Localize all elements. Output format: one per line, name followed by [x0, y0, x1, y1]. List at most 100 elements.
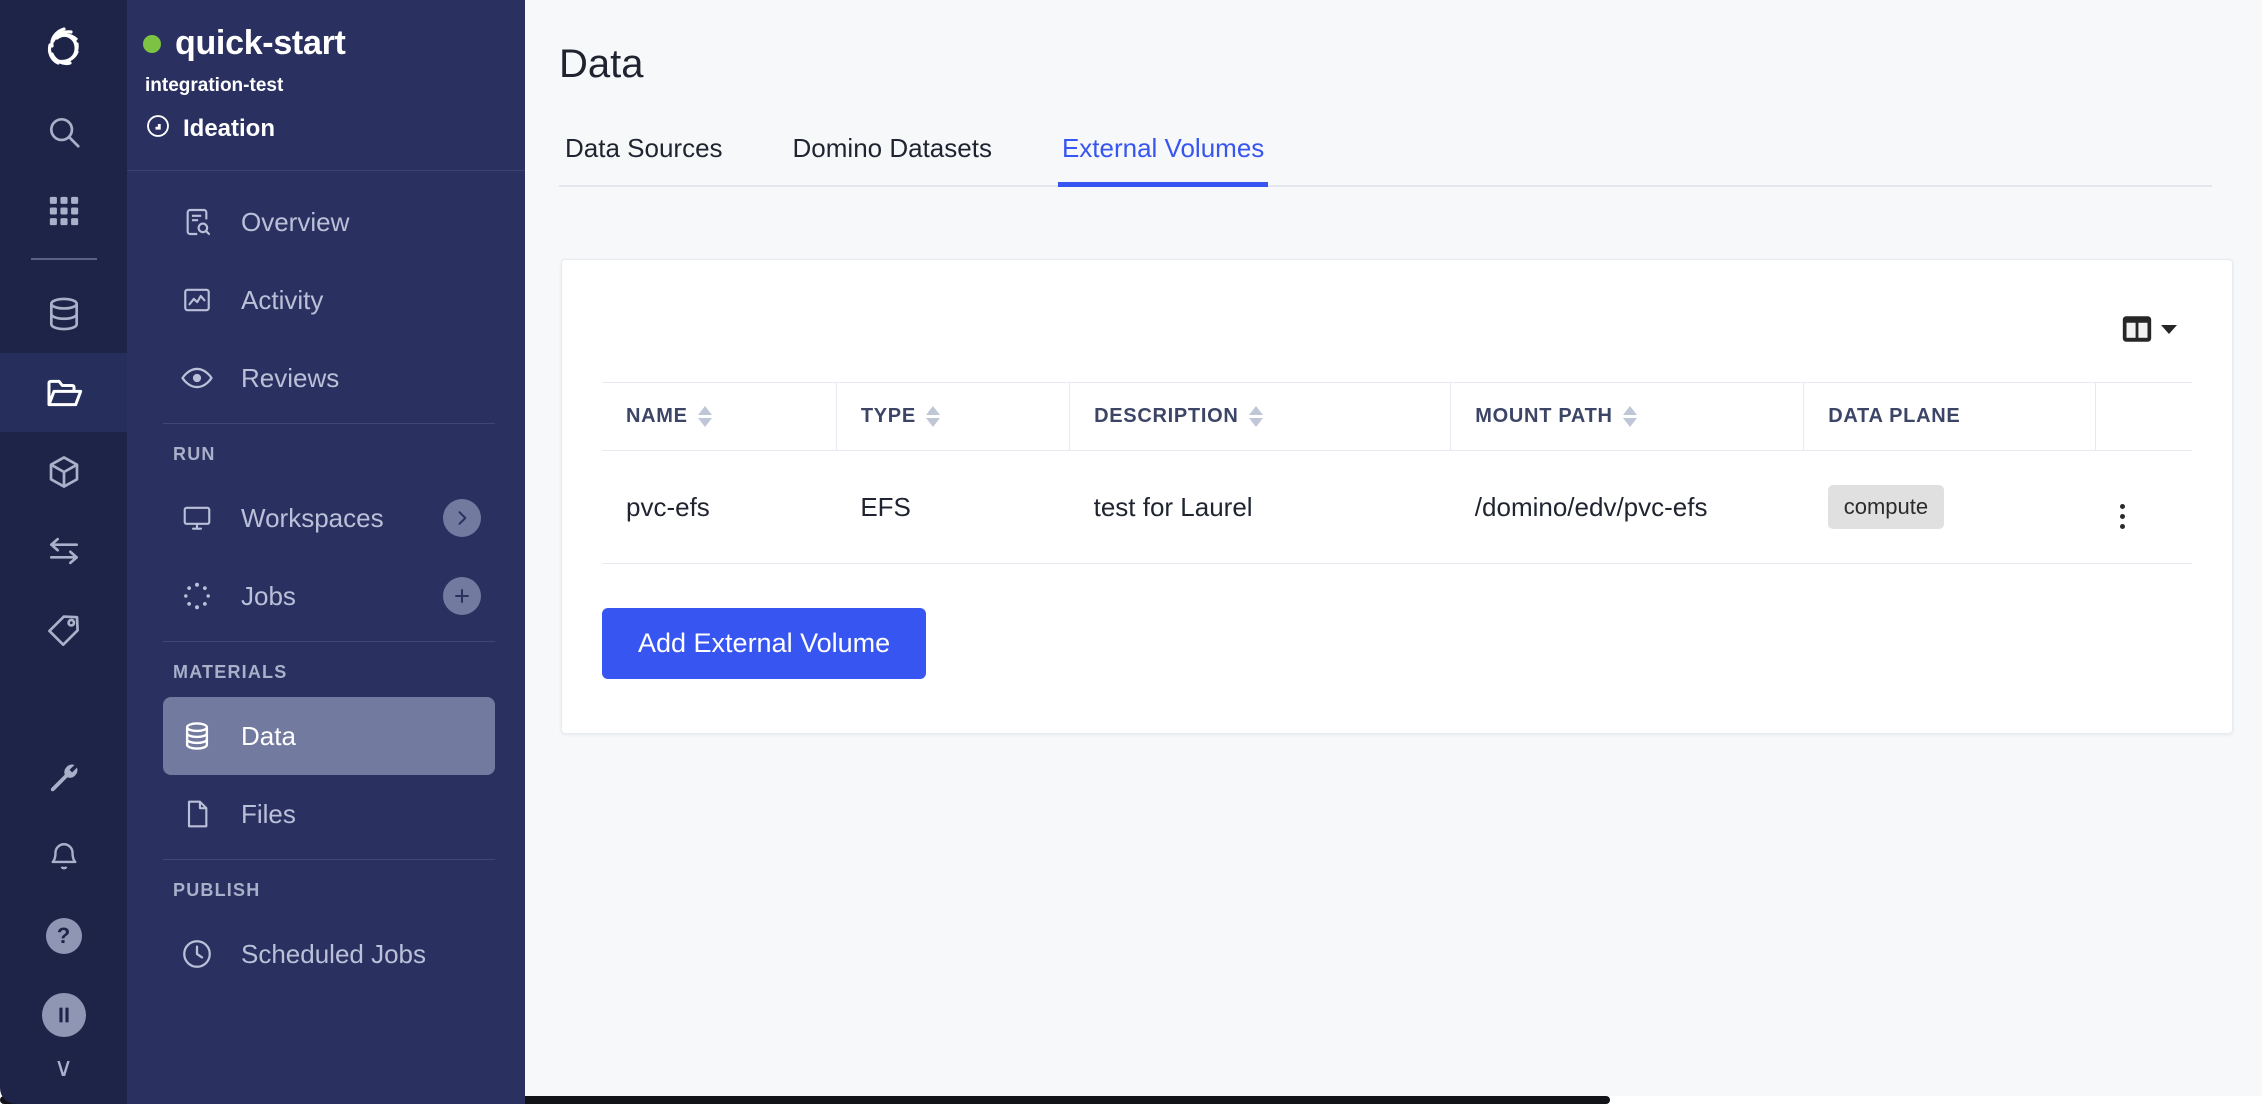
global-icon-rail: ? ∨: [0, 0, 127, 1104]
sidebar-divider: [163, 641, 495, 642]
sidebar-divider: [163, 859, 495, 860]
sidebar-item-data[interactable]: Data: [163, 697, 495, 775]
question-mark-glyph: ?: [45, 917, 82, 954]
column-header-label: DESCRIPTION: [1094, 405, 1239, 427]
column-header-name[interactable]: NAME: [602, 382, 837, 451]
sidebar-item-label: Activity: [241, 284, 324, 315]
sidebar-item-label: Data: [241, 720, 296, 751]
document-search-icon: [179, 206, 215, 238]
column-header-description[interactable]: DESCRIPTION: [1069, 382, 1451, 451]
rail-divider: [30, 258, 97, 260]
project-name: quick-start: [175, 24, 346, 62]
table-head: NAME TYPE DESCRIPTION MOUNT PATH DATA PL…: [602, 382, 2192, 451]
sidebar-item-activity[interactable]: Activity: [163, 261, 495, 339]
cell-type: EFS: [836, 450, 1070, 564]
jobs-spinner-icon: [179, 580, 215, 612]
project-owner: integration-test: [145, 75, 284, 96]
sidebar-divider: [163, 423, 495, 424]
project-sidebar: quick-start integration-test Ideation Ov…: [127, 0, 525, 1104]
data-plane-badge: compute: [1827, 485, 1945, 529]
sidebar-item-jobs[interactable]: Jobs: [163, 557, 495, 635]
cell-actions: [2095, 450, 2192, 564]
wrench-icon[interactable]: [0, 738, 127, 817]
question-mark-icon[interactable]: ?: [0, 896, 127, 975]
clock-icon: [179, 937, 215, 971]
search-icon[interactable]: [0, 92, 127, 171]
app-window: ? ∨ quick-start integration-test Ideatio…: [0, 0, 2262, 1104]
column-header-actions: [2095, 382, 2192, 451]
sort-toggle-icon[interactable]: [1622, 406, 1637, 427]
sidebar-item-workspaces[interactable]: Workspaces: [163, 479, 495, 557]
bell-icon[interactable]: [0, 817, 127, 896]
monitor-icon: [179, 502, 215, 534]
sidebar-item-label: Jobs: [241, 580, 296, 611]
sidebar-item-label: Scheduled Jobs: [241, 938, 427, 969]
column-header-label: NAME: [626, 405, 688, 427]
cell-name: pvc-efs: [602, 450, 837, 564]
tab-external-volumes[interactable]: External Volumes: [1057, 133, 1269, 187]
main-content: Data Data Sources Domino Datasets Extern…: [525, 0, 2262, 1104]
table-row[interactable]: pvc-efs EFS test for Laurel /domino/edv/…: [602, 450, 2192, 564]
tag-icon[interactable]: [0, 590, 127, 669]
status-dot-icon: [143, 34, 161, 53]
transfer-arrows-icon[interactable]: [0, 511, 127, 590]
database-icon[interactable]: [0, 274, 127, 353]
chevron-down-icon[interactable]: ∨: [54, 1054, 73, 1104]
sidebar-item-reviews[interactable]: Reviews: [163, 339, 495, 417]
column-header-mount-path[interactable]: MOUNT PATH: [1450, 382, 1804, 451]
sidebar-group-run: RUN: [173, 444, 216, 464]
activity-chart-icon: [179, 284, 215, 316]
column-header-label: TYPE: [860, 405, 916, 427]
sort-toggle-icon[interactable]: [925, 406, 940, 427]
sidebar-item-scheduled-jobs[interactable]: Scheduled Jobs: [163, 915, 495, 993]
stage-ideation-icon: [145, 113, 171, 144]
sidebar-nav: Overview Activity Reviews RUN Workspaces…: [127, 171, 525, 1104]
sort-toggle-icon[interactable]: [1248, 406, 1263, 427]
grid-apps-icon[interactable]: [0, 171, 127, 250]
sidebar-item-files[interactable]: Files: [163, 775, 495, 853]
sidebar-group-materials: MATERIALS: [173, 662, 288, 682]
sidebar-item-label: Files: [241, 798, 296, 829]
pause-icon: [41, 992, 86, 1037]
column-header-data-plane[interactable]: DATA PLANE: [1803, 382, 2096, 451]
sidebar-item-label: Workspaces: [241, 502, 384, 533]
sort-toggle-icon[interactable]: [697, 406, 712, 427]
tab-bar: Data Sources Domino Datasets External Vo…: [559, 131, 2212, 187]
domino-logo-icon[interactable]: [0, 0, 127, 92]
tab-data-sources[interactable]: Data Sources: [561, 133, 727, 187]
page-title: Data: [559, 42, 644, 86]
column-header-label: DATA PLANE: [1828, 405, 1961, 427]
chevron-right-icon[interactable]: [443, 499, 481, 537]
external-volumes-table: NAME TYPE DESCRIPTION MOUNT PATH DATA PL…: [602, 382, 2192, 564]
table-body: pvc-efs EFS test for Laurel /domino/edv/…: [602, 450, 2192, 564]
file-icon: [179, 798, 215, 830]
cube-icon[interactable]: [0, 432, 127, 511]
cell-mount-path: /domino/edv/pvc-efs: [1450, 450, 1804, 564]
column-picker-button[interactable]: [2120, 312, 2178, 351]
project-title-row[interactable]: quick-start: [143, 24, 495, 63]
project-stage[interactable]: Ideation: [145, 113, 495, 144]
columns-layout-icon: [2120, 312, 2154, 351]
sidebar-item-label: Overview: [241, 206, 350, 237]
column-header-type[interactable]: TYPE: [835, 382, 1070, 451]
add-external-volume-button[interactable]: Add External Volume: [602, 608, 927, 679]
cell-description: test for Laurel: [1069, 450, 1451, 564]
kebab-menu-icon[interactable]: [2119, 504, 2125, 529]
plus-icon[interactable]: [443, 577, 481, 615]
column-header-label: MOUNT PATH: [1475, 405, 1613, 427]
sidebar-item-overview[interactable]: Overview: [163, 183, 495, 261]
tab-domino-datasets[interactable]: Domino Datasets: [789, 133, 996, 187]
external-volumes-card: NAME TYPE DESCRIPTION MOUNT PATH DATA PL…: [561, 259, 2233, 734]
user-avatar[interactable]: [0, 975, 127, 1054]
sidebar-item-label: Reviews: [241, 362, 340, 393]
folder-open-icon[interactable]: [0, 353, 127, 432]
database-icon: [179, 720, 215, 752]
project-header: quick-start integration-test Ideation: [127, 0, 525, 171]
stage-label: Ideation: [183, 114, 276, 142]
cell-data-plane: compute: [1803, 450, 2096, 564]
table-header-row: NAME TYPE DESCRIPTION MOUNT PATH DATA PL…: [602, 382, 2192, 451]
eye-icon: [179, 361, 215, 395]
sidebar-group-publish: PUBLISH: [173, 880, 261, 900]
card-toolbar: [602, 288, 2192, 374]
caret-down-icon: [2160, 322, 2178, 340]
